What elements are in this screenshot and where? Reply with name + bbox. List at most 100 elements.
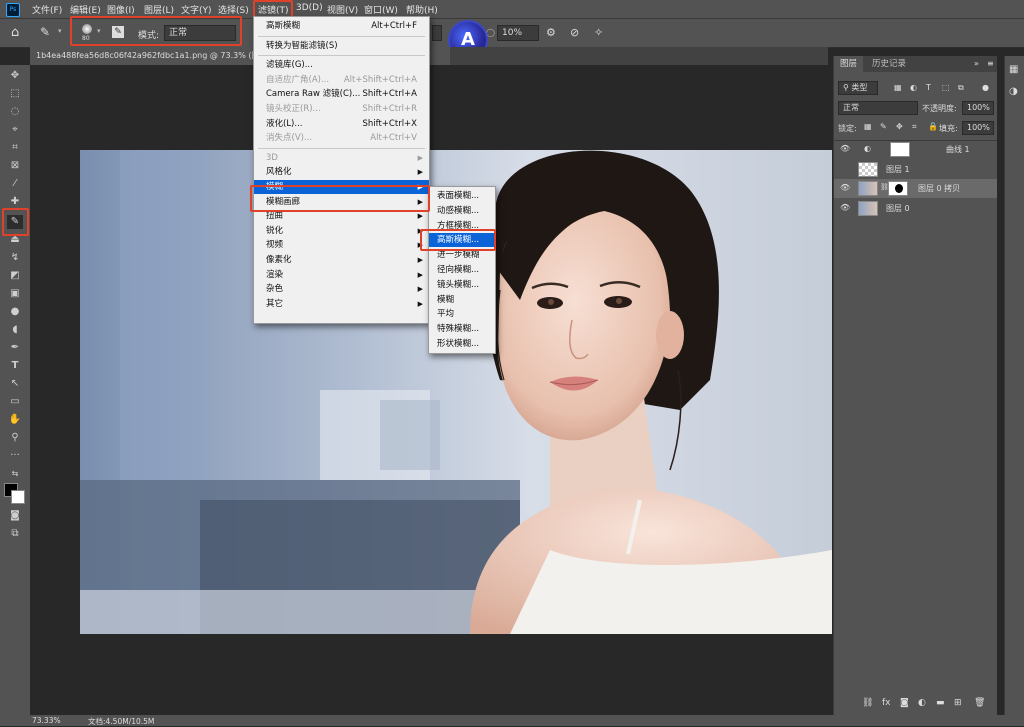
move-tool-icon[interactable]: ✥ — [7, 69, 23, 83]
blend-mode-select[interactable]: 正常 — [838, 101, 918, 115]
document-info[interactable]: 文档:4.50M/10.5M — [88, 716, 154, 727]
filter-menu-item[interactable]: Camera Raw 滤镜(C)... Shift+Ctrl+A — [254, 87, 429, 101]
lock-artboard-icon[interactable]: ⌗ — [912, 122, 917, 132]
swap-colors-icon[interactable]: ⇆ — [7, 467, 23, 481]
panel-menu-icon[interactable]: ≡ — [987, 59, 994, 68]
lock-all-icon[interactable]: 🔒 — [928, 122, 938, 131]
blur-submenu-item[interactable]: 动感模糊... — [429, 204, 495, 218]
tab-layers[interactable]: 图层 — [834, 56, 864, 72]
opacity-field[interactable]: 100% — [962, 101, 994, 115]
fx-icon[interactable]: fx — [882, 698, 891, 708]
filter-menu-item[interactable]: 镜头校正(R)... Shift+Ctrl+R — [254, 102, 429, 116]
layer-filter-select[interactable]: ⚲ 类型 — [838, 81, 878, 95]
zoom-tool-icon[interactable]: ⚲ — [7, 431, 23, 445]
filter-smart-icon[interactable]: ⧉ — [958, 83, 964, 93]
filter-menu-item[interactable]: 视频 ▶ — [254, 238, 429, 252]
blur-submenu-item[interactable]: 模糊 — [429, 293, 495, 307]
menu-view[interactable]: 视图(V) — [327, 3, 358, 16]
filter-menu-item[interactable]: 液化(L)... Shift+Ctrl+X — [254, 117, 429, 131]
filter-toggle-icon[interactable]: ● — [982, 83, 989, 92]
healing-tool-icon[interactable]: ✚ — [7, 195, 23, 209]
quick-mask-icon[interactable]: ◙ — [7, 509, 23, 523]
blur-submenu-item[interactable]: 镜头模糊... — [429, 278, 495, 292]
panel-icon[interactable]: ▦ — [1009, 64, 1018, 75]
filter-menu-item[interactable]: 渲染 ▶ — [254, 268, 429, 282]
layer-mask-thumbnail[interactable] — [888, 181, 908, 196]
menu-file[interactable]: 文件(F) — [32, 3, 62, 16]
gradient-tool-icon[interactable]: ▣ — [7, 287, 23, 301]
dodge-tool-icon[interactable]: ◖ — [7, 323, 23, 337]
filter-menu-item[interactable]: 3D ▶ — [254, 151, 429, 165]
lock-pixels-icon[interactable]: ▦ — [864, 122, 872, 131]
visibility-eye-icon[interactable]: 👁 — [840, 144, 850, 154]
panel-icon[interactable]: ◑ — [1009, 86, 1018, 97]
zoom-level[interactable]: 73.33% — [32, 716, 61, 725]
blur-submenu-item[interactable]: 径向模糊... — [429, 263, 495, 277]
screen-mode-icon[interactable]: ⧉ — [7, 527, 23, 541]
add-mask-icon[interactable]: ◙ — [900, 698, 909, 708]
chevron-down-icon[interactable]: ▾ — [58, 27, 62, 35]
pen-tool-icon[interactable]: ✒ — [7, 341, 23, 355]
filter-menu-item[interactable]: 高斯模糊 Alt+Ctrl+F — [254, 19, 429, 33]
layer-row-curves[interactable]: 👁 ◐ 曲线 1 — [834, 140, 997, 159]
filter-menu-item[interactable]: 像素化 ▶ — [254, 253, 429, 267]
visibility-eye-icon[interactable]: 👁 — [840, 183, 850, 193]
lock-paint-icon[interactable]: ✎ — [880, 122, 887, 131]
lock-position-icon[interactable]: ✥ — [896, 122, 903, 131]
filter-menu-item[interactable]: 其它 ▶ — [254, 297, 429, 311]
filter-shape-icon[interactable]: ⬚ — [942, 83, 950, 92]
menu-type[interactable]: 文字(Y) — [181, 3, 212, 16]
visibility-eye-icon[interactable]: 👁 — [840, 203, 850, 213]
path-select-icon[interactable]: ↖ — [7, 377, 23, 391]
trash-icon[interactable]: 🗑 — [974, 698, 985, 708]
tab-history[interactable]: 历史记录 — [866, 56, 912, 72]
home-icon[interactable]: ⌂ — [11, 25, 19, 40]
pressure-icon[interactable]: ⊘ — [570, 26, 579, 39]
layer-mask-thumbnail[interactable] — [890, 142, 910, 157]
layer-row-layer0[interactable]: 👁 图层 0 — [834, 199, 997, 218]
brush-tool-icon[interactable]: ✎ — [40, 25, 50, 39]
group-folder-icon[interactable]: ▬ — [936, 698, 945, 708]
symmetry-icon[interactable]: ✧ — [594, 26, 603, 39]
marquee-tool-icon[interactable]: ⬚ — [7, 87, 23, 101]
filter-menu-item[interactable]: 自适应广角(A)... Alt+Shift+Ctrl+A — [254, 73, 429, 87]
frame-tool-icon[interactable]: ⊠ — [7, 159, 23, 173]
filter-menu-item[interactable]: 滤镜库(G)... — [254, 58, 429, 72]
filter-menu-item[interactable]: 风格化 ▶ — [254, 165, 429, 179]
filter-menu-item[interactable]: 消失点(V)... Alt+Ctrl+V — [254, 131, 429, 145]
blur-tool-icon[interactable]: ● — [7, 305, 23, 319]
gear-icon[interactable]: ⚙ — [546, 26, 556, 39]
type-tool-icon[interactable]: T — [7, 359, 23, 373]
filter-menu-item[interactable]: 转换为智能滤镜(S) — [254, 39, 429, 53]
lasso-tool-icon[interactable]: ◌ — [7, 105, 23, 119]
blur-submenu-item[interactable]: 特殊模糊... — [429, 322, 495, 336]
blur-submenu-item[interactable]: 平均 — [429, 307, 495, 321]
menu-image[interactable]: 图像(I) — [107, 3, 135, 16]
adjustment-layer-icon[interactable]: ◐ — [918, 698, 926, 708]
crop-tool-icon[interactable]: ⌗ — [7, 141, 23, 155]
layer-row-layer0-copy[interactable]: 👁 ⛓ 图层 0 拷贝 — [834, 179, 997, 198]
hand-tool-icon[interactable]: ✋ — [7, 413, 23, 427]
opacity-select-edge[interactable] — [432, 25, 442, 41]
blur-submenu-item[interactable]: 形状模糊... — [429, 337, 495, 351]
more-tools-icon[interactable]: ··· — [7, 449, 23, 463]
menu-select[interactable]: 选择(S) — [218, 3, 249, 16]
layer-row-layer1[interactable]: 图层 1 — [834, 160, 997, 179]
layer-thumbnail[interactable] — [858, 162, 878, 177]
filter-menu-item[interactable]: 锐化 ▶ — [254, 224, 429, 238]
background-color-swatch[interactable] — [11, 490, 25, 504]
eraser-tool-icon[interactable]: ◩ — [7, 269, 23, 283]
eyedropper-tool-icon[interactable]: ⁄ — [7, 177, 23, 191]
menu-3d[interactable]: 3D(D) — [296, 3, 323, 13]
quick-select-tool-icon[interactable]: ⌖ — [7, 123, 23, 137]
fill-field[interactable]: 100% — [962, 121, 994, 135]
filter-type-icon[interactable]: T — [926, 83, 931, 92]
filter-pixel-icon[interactable]: ▦ — [894, 83, 902, 92]
rectangle-tool-icon[interactable]: ▭ — [7, 395, 23, 409]
layer-thumbnail[interactable] — [858, 181, 878, 196]
menu-edit[interactable]: 编辑(E) — [70, 3, 101, 16]
new-layer-icon[interactable]: ⊞ — [954, 698, 962, 708]
blur-submenu-item[interactable]: 表面模糊... — [429, 189, 495, 203]
menu-layer[interactable]: 图层(L) — [144, 3, 174, 16]
flow-select[interactable]: 10% — [497, 25, 539, 41]
